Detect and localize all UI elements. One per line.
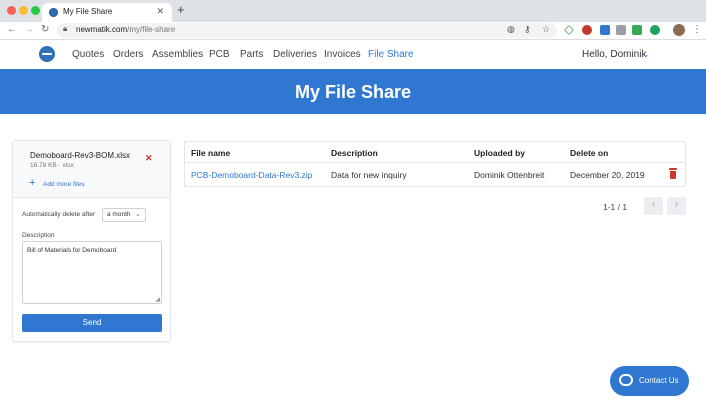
contact-us-button[interactable]: Contact Us [610, 366, 689, 396]
new-tab-button[interactable]: + [177, 3, 185, 17]
menu-kebab-icon[interactable]: ⋮ [692, 24, 702, 35]
files-table: File name Description Uploaded by Delete… [184, 141, 686, 187]
description-value: Bill of Materials for Demoboard [27, 247, 117, 254]
pager-text: 1-1 / 1 [603, 202, 628, 212]
tab-title: My File Share [63, 7, 113, 16]
nav-file-share[interactable]: File Share [368, 49, 414, 60]
contact-us-label: Contact Us [639, 376, 679, 385]
table-row: PCB-Demoboard-Data-Rev3.zip Data for new… [185, 163, 685, 186]
send-label: Send [82, 318, 102, 327]
file-delete-date: December 20, 2019 [570, 170, 645, 180]
selected-file: Demoboard-Rev3-BOM.xlsx 16.78 KB · xlsx … [13, 141, 170, 198]
extension-4-icon[interactable] [616, 25, 626, 35]
user-greeting[interactable]: Hello, Dominik [582, 49, 646, 60]
pager-prev-button[interactable]: ‹ [644, 197, 663, 215]
extension-1-icon[interactable] [564, 25, 574, 35]
page-title: My File Share [294, 82, 412, 102]
browser-toolbar: ← → ↻ 🔒︎ newmatik.com/my/file-share ◍ ⚷ … [0, 22, 706, 40]
browser-tab[interactable]: My File Share ✕ [42, 3, 172, 22]
bookmark-star-icon[interactable]: ☆ [542, 24, 550, 35]
page-banner: My File Share [0, 69, 706, 114]
nav-pcb[interactable]: PCB [209, 49, 230, 60]
resize-grip-icon[interactable]: ◢ [155, 296, 160, 303]
file-meta: 16.78 KB · xlsx [30, 162, 74, 169]
column-header-delete-on: Delete on [570, 148, 609, 158]
window-close-button[interactable] [7, 6, 16, 15]
favicon-icon [49, 8, 58, 17]
forward-icon[interactable]: → [24, 24, 34, 36]
column-header-description: Description [331, 148, 378, 158]
chevron-down-icon: ⌄ [135, 211, 141, 218]
plus-icon[interactable]: + [29, 178, 35, 189]
column-header-file-name: File name [191, 148, 231, 158]
remove-file-icon[interactable]: ✕ [145, 153, 153, 164]
back-icon[interactable]: ← [7, 24, 17, 36]
nav-assemblies[interactable]: Assemblies [152, 49, 203, 60]
extension-2-icon[interactable] [582, 25, 592, 35]
description-label: Description [22, 232, 55, 239]
auto-delete-select[interactable]: a month ⌄ [102, 208, 146, 222]
chevron-right-icon: › [674, 199, 679, 210]
window-minimize-button[interactable] [19, 6, 28, 15]
nav-deliveries[interactable]: Deliveries [273, 49, 317, 60]
browser-tab-bar: My File Share ✕ + [0, 0, 706, 22]
nav-parts[interactable]: Parts [240, 49, 263, 60]
nav-orders[interactable]: Orders [113, 49, 144, 60]
site-navbar: Quotes Orders Assemblies PCB Parts Deliv… [0, 40, 706, 69]
pager-next-button[interactable]: › [667, 197, 686, 215]
file-uploader: Dominik Ottenbreit [474, 170, 545, 180]
cookie-icon[interactable]: ◍ [507, 24, 515, 35]
upload-panel: Demoboard-Rev3-BOM.xlsx 16.78 KB · xlsx … [12, 140, 171, 342]
auto-delete-value: a month [107, 211, 131, 218]
file-description: Data for new inquiry [331, 170, 407, 180]
tab-close-icon[interactable]: ✕ [156, 6, 164, 17]
column-header-uploaded-by: Uploaded by [474, 148, 526, 158]
extension-6-icon[interactable] [650, 25, 660, 35]
description-textarea[interactable]: Bill of Materials for Demoboard ◢ [22, 241, 162, 304]
file-name: Demoboard-Rev3-BOM.xlsx [30, 151, 131, 160]
reload-icon[interactable]: ↻ [41, 24, 49, 36]
extension-3-icon[interactable] [600, 25, 610, 35]
table-header: File name Description Uploaded by Delete… [185, 142, 685, 163]
chat-bubble-icon [619, 374, 633, 386]
send-button[interactable]: Send [22, 314, 162, 332]
lock-icon: 🔒︎ [63, 24, 68, 33]
nav-invoices[interactable]: Invoices [324, 49, 361, 60]
chevron-left-icon: ‹ [651, 199, 656, 210]
extension-5-icon[interactable] [632, 25, 642, 35]
nav-quotes[interactable]: Quotes [72, 49, 104, 60]
add-more-files-link[interactable]: Add more files [43, 181, 85, 188]
file-link[interactable]: PCB-Demoboard-Data-Rev3.zip [191, 170, 312, 180]
window-maximize-button[interactable] [31, 6, 40, 15]
key-icon[interactable]: ⚷ [524, 24, 531, 35]
auto-delete-label: Automatically delete after [22, 211, 95, 218]
url-text: newmatik.com/my/file-share [76, 25, 176, 34]
trash-icon[interactable] [669, 168, 677, 179]
profile-avatar[interactable] [673, 24, 685, 36]
chevron-down-icon[interactable]: ⌄ [642, 49, 650, 60]
logo-icon[interactable] [39, 46, 55, 62]
address-bar[interactable]: 🔒︎ newmatik.com/my/file-share ◍ ⚷ ☆ [57, 23, 557, 38]
